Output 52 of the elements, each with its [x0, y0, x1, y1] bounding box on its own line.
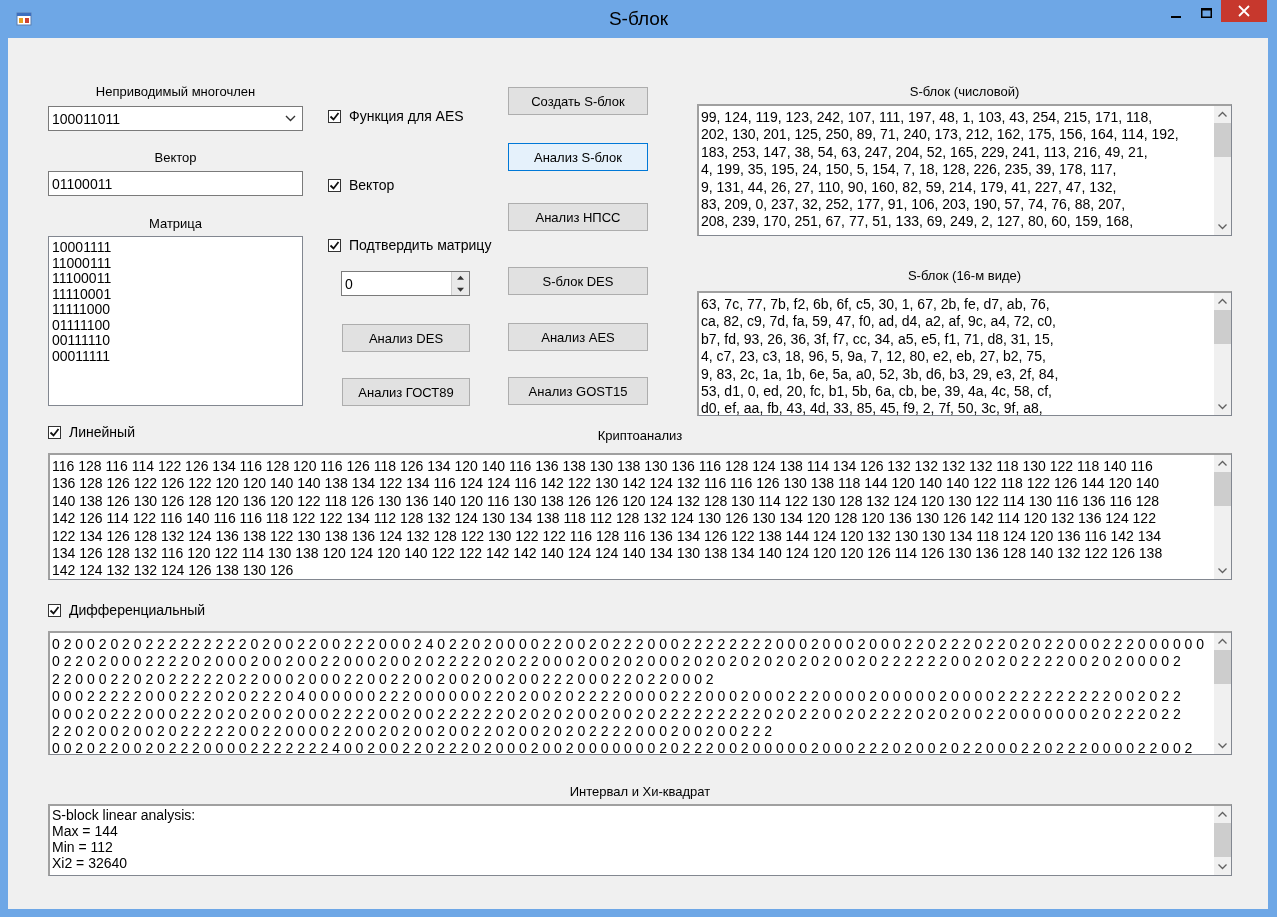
- button[interactable]: Анализ DES: [342, 324, 470, 352]
- checkbox[interactable]: Линейный: [48, 424, 598, 440]
- close-button[interactable]: [1221, 0, 1267, 22]
- scroll-thumb[interactable]: [1214, 823, 1231, 857]
- text-area[interactable]: 99, 124, 119, 123, 242, 107, 111, 197, 48, 1, 103, 43, 254, 215, 171, 118, 202, 130, 201, 125, 250, 89, 71, 240, 173, 212, 162, 175, 156, 164, 114, 192, 183, 253, 147, 38, 54, 63, 247, 204, 52, 165, 229, 241, 113, 216, 49, 21, 4, 199, 35, 195, 24, 150, 5, 154, 7, 18, 128, 226, 235, 39, 178, 117, 9, 131, 44, 26, 27, 110, 90, 160, 82, 59, 214, 179, 41, 227, 47, 132, 83, 209, 0, 237, 32, 252, 177, 91, 106, 203, 190, 57, 74, 76, 88, 207, 208, 239, 170, 251, 67, 77, 51, 133, 69, 249, 2, 127, 80, 60, 159, 168,: [697, 104, 1232, 236]
- scrollbar[interactable]: [1214, 106, 1231, 235]
- maximize-icon: [1200, 8, 1212, 18]
- close-icon: [1238, 5, 1250, 17]
- checkbox[interactable]: Дифференциальный: [48, 602, 206, 618]
- text-area[interactable]: 0 2 0 0 2 0 2 0 2 2 2 2 2 2 2 2 2 0 2 0 0 2 2 0 0 2 2 2 0 0 0 2 4 0 2 2 0 2 0 0 0 0 2 2 0 0 2 0 2 2 2 0 0 0 2 2 2 2 2 2 2 2 0 0 0 2 0 0 0 2 0 0 0 2 2 0 2 2 2 0 2 2 0 2 0 2 2 0 0 0 2 2 2 0 0 0 0 0 0 0 2 2 0 2 0 0 0 2 2 2 2 0 2 0 0 0 2 0 0 2 0 0 2 2 0 0 0 2 0 0 2 0 2 2 2 2 0 2 0 2 2 0 0 0 2 0 0 2 0 2 0 0 0 2 0 2 0 2 0 2 0 2 0 2 0 2 0 0 2 0 2 2 2 2 2 2 0 0 2 0 2 0 2 2 2 2 0 0 2 0 2 0 0 0 0 2 2 2 0 0 0 2 2 0 2 0 2 2 2 2 2 0 2 2 0 0 0 2 0 0 0 2 2 0 0 2 2 0 0 2 0 0 2 0 0 2 0 0 2 2 2 0 0 0 2 2 0 2 2 0 0 0 2 0 0 0 2 2 2 2 2 0 0 0 2 2 2 0 2 0 2 2 2 0 4 0 0 0 0 0 0 2 2 2 0 0 0 0 0 0 2 2 0 2 0 0 2 0 2 2 2 2 0 0 0 0 2 2 2 0 0 0 2 0 0 0 2 2 2 0 0 0 0 2 0 0 0 0 0 2 0 0 0 0 2 2 2 2 2 2 2 2 2 2 0 0 2 0 2 2 0 0 0 2 0 2 2 2 0 0 0 2 2 2 0 2 0 2 0 0 2 0 0 0 2 2 2 2 0 0 2 0 0 2 2 2 2 2 2 0 2 0 2 0 2 0 0 2 0 0 2 0 2 2 2 2 2 2 2 2 2 0 2 0 2 2 0 0 2 0 2 2 2 2 0 2 0 2 0 0 2 2 0 0 0 0 0 0 0 2 0 2 2 2 0 2 2 2 2 0 2 0 0 2 0 0 2 0 2 2 2 2 2 0 0 2 2 0 0 0 0 2 2 0 0 2 0 2 0 0 2 0 0 2 2 0 2 0 0 2 0 2 0 2 2 2 2 0 0 0 2 0 0 2 0 0 2 2 2 0 0 2 0 2 2 0 0 2 0 2 2 2 0 0 0 0 2 2 2 2 2 2 2 4 0 0 2 0 0 2 2 0 2 2 2 0 2 0 0 0 2 0 0 2 0 0 0 0 0 0 0 2 0 2 2 2 0 0 2 0 0 0 0 0 2 0 0 0 2 2 2 0 2 0 0 2 0 2 2 0 0 0 2 2 0 2 2 2 0 0 0 0 2 2 0 0 2: [48, 631, 1232, 755]
- dropdown[interactable]: 100011011: [48, 106, 303, 131]
- spin-up-icon: [452, 272, 469, 284]
- scrollbar[interactable]: [1214, 633, 1231, 754]
- scroll-thumb[interactable]: [1214, 650, 1231, 684]
- number-spinner[interactable]: 0: [341, 271, 470, 296]
- check-icon: [329, 110, 340, 122]
- text-area[interactable]: S-block linear analysis: Max = 144 Min = 112 Xi2 = 32640: [48, 804, 1232, 876]
- section-label: Интервал и Хи-квадрат: [569, 784, 711, 800]
- button[interactable]: Анализ AES: [508, 323, 648, 351]
- field-label: S-блок (16-м виде): [907, 268, 1022, 284]
- checkbox[interactable]: Функция для AES: [328, 108, 464, 124]
- text-area[interactable]: 116 128 116 114 122 126 134 116 128 120 116 126 118 126 134 120 140 116 136 138 130 138 130 136 116 128 124 138 114 134 126 132 132 132 132 118 130 122 118 140 116 136 128 126 122 126 122 120 120 140 140 138 134 122 134 116 124 124 116 142 122 130 142 124 132 116 116 126 130 138 118 144 120 140 140 122 118 122 126 144 120 140 140 138 126 130 126 128 120 136 120 122 118 126 130 136 140 120 116 130 138 126 126 120 124 132 128 130 114 122 130 128 132 124 120 130 122 114 130 116 136 116 128 142 126 114 122 116 140 116 116 118 122 122 134 112 128 132 124 130 134 138 118 112 128 132 124 130 126 130 134 120 128 120 136 130 126 142 114 120 132 136 124 122 122 134 126 128 132 124 136 138 122 130 138 136 124 132 128 122 130 122 122 116 128 116 136 134 126 122 138 144 124 120 132 130 130 134 118 124 120 136 116 142 134 134 126 128 132 116 120 122 114 130 138 120 124 120 140 122 122 142 142 140 124 124 140 134 130 138 134 140 124 120 120 126 114 126 130 136 128 140 132 122 126 138 142 124 132 132 124 126 138 130 126: [48, 453, 1232, 580]
- scroll-thumb[interactable]: [1214, 310, 1231, 344]
- field-label: S-блок (числовой): [909, 84, 1020, 100]
- minimize-icon: [1171, 15, 1181, 18]
- button[interactable]: Анализ НПСС: [508, 203, 648, 231]
- scrollbar[interactable]: [1214, 455, 1231, 579]
- check-icon: [49, 426, 60, 438]
- section-label: Криптоанализ: [597, 428, 683, 444]
- button[interactable]: Создать S-блок: [508, 87, 648, 115]
- scrollbar[interactable]: [1214, 806, 1231, 875]
- text-area[interactable]: 63, 7c, 77, 7b, f2, 6b, 6f, c5, 30, 1, 67, 2b, fe, d7, ab, 76, ca, 82, c9, 7d, fa, 59, 47, f0, ad, d4, a2, af, 9c, a4, 72, c0, b7, fd, 93, 26, 36, 3f, f7, cc, 34, a5, e5, f1, 71, d8, 31, 15, 4, c7, 23, c3, 18, 96, 5, 9a, 7, 12, 80, e2, eb, 27, b2, 75, 9, 83, 2c, 1a, 1b, 6e, 5a, a0, 52, 3b, d6, b3, 29, e3, 2f, 84, 53, d1, 0, ed, 20, fc, b1, 5b, 6a, cb, be, 39, 4a, 4c, 58, cf, d0, ef, aa, fb, 43, 4d, 33, 85, 45, f9, 2, 7f, 50, 3c, 9f, a8,: [697, 291, 1232, 416]
- field-label: Неприводимый многочлен: [95, 84, 256, 100]
- input-field[interactable]: 01100011: [48, 171, 303, 196]
- field-label: Матрица: [148, 216, 202, 232]
- button[interactable]: S-блок DES: [508, 267, 648, 295]
- list-box[interactable]: 10001111 11000111 11100011 11110001 11111000 01111100 00111110 00011111: [48, 236, 303, 406]
- scroll-thumb[interactable]: [1214, 472, 1231, 506]
- window-title: S-блок: [608, 8, 669, 30]
- button[interactable]: Анализ GOST15: [508, 377, 648, 405]
- check-icon: [49, 604, 60, 616]
- scrollbar[interactable]: [1214, 293, 1231, 415]
- field-label: Вектор: [154, 150, 197, 166]
- scroll-thumb[interactable]: [1214, 123, 1231, 157]
- checkbox[interactable]: Вектор: [328, 177, 395, 193]
- button[interactable]: Анализ ГОСТ89: [342, 378, 470, 406]
- button[interactable]: Анализ S-блок: [508, 143, 648, 171]
- check-icon: [329, 239, 340, 251]
- caret-icon: [285, 115, 296, 122]
- app-icon: [16, 11, 32, 27]
- checkbox[interactable]: Подтвердить матрицу: [328, 237, 492, 253]
- check-icon: [329, 179, 340, 191]
